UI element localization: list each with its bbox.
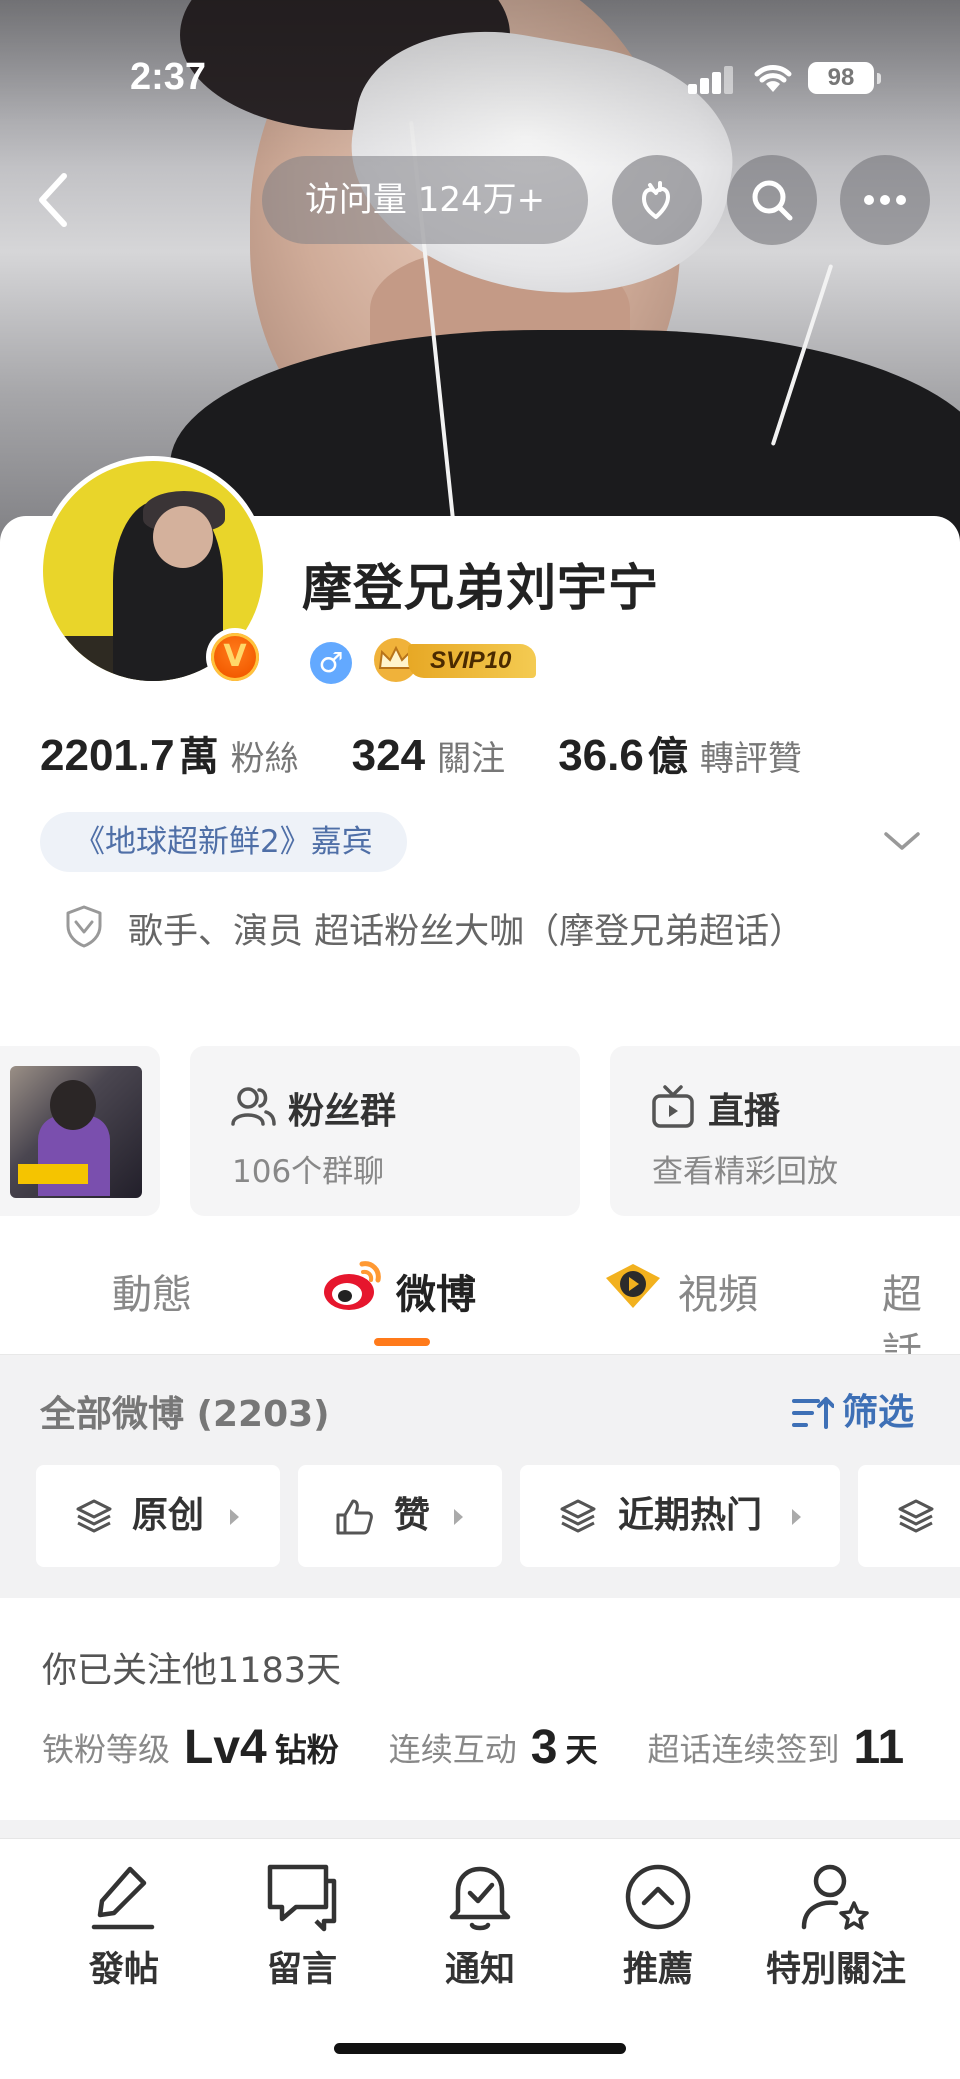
up-circle-icon bbox=[625, 1864, 691, 1930]
filter-icon bbox=[792, 1397, 834, 1429]
shield-icon bbox=[66, 905, 102, 948]
section-divider bbox=[0, 1820, 960, 1838]
tv-icon bbox=[652, 1085, 694, 1128]
more-dots-icon bbox=[864, 195, 906, 205]
hand-heart-icon bbox=[642, 181, 670, 219]
svip-badge[interactable]: SVIP10 bbox=[368, 636, 536, 684]
layers-icon bbox=[898, 1499, 934, 1533]
status-time: 2:37 bbox=[130, 56, 207, 98]
feed-filter-bar: 全部微博 (2203) 筛选 原创 赞 近期热门 bbox=[0, 1354, 960, 1598]
chip-like[interactable]: 赞 bbox=[298, 1465, 502, 1567]
fans-group-title: 粉丝群 bbox=[288, 1091, 397, 1132]
chip-recent-hot[interactable]: 近期热门 bbox=[520, 1465, 840, 1567]
chevron-right-icon bbox=[230, 1509, 239, 1525]
profile-tabs: 動態 微博 視頻 超話 bbox=[0, 1232, 960, 1376]
home-indicator bbox=[334, 2043, 626, 2054]
tab-dynamic[interactable]: 動態 bbox=[112, 1262, 192, 1320]
fans-group-subtitle: 106个群聊 bbox=[232, 1154, 385, 1190]
verified-badge-icon: V bbox=[206, 628, 264, 686]
weibo-logo-icon bbox=[324, 1261, 381, 1310]
guest-tag[interactable]: 《地球超新鲜2》嘉宾 bbox=[40, 812, 407, 872]
back-arrow-icon[interactable] bbox=[30, 170, 80, 230]
message-icon bbox=[267, 1864, 337, 1932]
chip-original[interactable]: 原创 bbox=[36, 1465, 280, 1567]
follow-days: 你已关注他1183天 bbox=[42, 1651, 342, 1691]
profile-description: 歌手、演员 超话粉丝大咖（摩登兄弟超话） bbox=[128, 912, 805, 952]
special-follow-button[interactable]: 特別關注 bbox=[746, 1859, 926, 1992]
status-bar: 2:37 98 bbox=[0, 0, 960, 150]
tab-video[interactable]: 視頻 bbox=[678, 1262, 758, 1320]
post-button[interactable]: 發帖 bbox=[34, 1859, 214, 1992]
notify-button[interactable]: 通知 bbox=[390, 1859, 570, 1992]
feed-title: 全部微博 (2203) bbox=[40, 1394, 330, 1435]
follow-info: 你已关注他1183天 铁粉等级 Lv4 钻粉 连续互动 3 天超话连续签到 11 bbox=[0, 1598, 960, 1820]
album-card[interactable] bbox=[0, 1046, 160, 1216]
more-button[interactable] bbox=[840, 155, 930, 245]
chip-more[interactable] bbox=[858, 1465, 960, 1567]
album-thumbnail bbox=[10, 1066, 142, 1198]
thumbs-up-icon bbox=[336, 1499, 373, 1535]
active-tab-indicator bbox=[374, 1338, 430, 1346]
live-subtitle: 查看精彩回放 bbox=[652, 1154, 838, 1190]
search-button[interactable] bbox=[727, 155, 817, 245]
chevron-right-icon bbox=[454, 1509, 463, 1525]
tab-weibo[interactable]: 微博 bbox=[396, 1262, 476, 1320]
user-star-icon bbox=[801, 1864, 869, 1930]
chevron-right-icon bbox=[792, 1509, 801, 1525]
visit-count-pill[interactable]: 访问量 124万+ bbox=[262, 156, 588, 244]
user-group-icon bbox=[231, 1087, 276, 1126]
message-button[interactable]: 留言 bbox=[212, 1859, 392, 1992]
male-gender-icon: ♂ bbox=[310, 642, 352, 684]
stat-following[interactable]: 324 關注 bbox=[352, 731, 505, 781]
gift-button[interactable] bbox=[612, 155, 702, 245]
live-title: 直播 bbox=[708, 1091, 781, 1132]
wifi-icon bbox=[754, 65, 792, 92]
search-icon bbox=[752, 180, 793, 221]
stat-reposts-likes[interactable]: 36.6 億轉評贊 bbox=[558, 724, 802, 782]
stat-followers[interactable]: 2201.7 萬粉絲 bbox=[40, 724, 299, 782]
profile-name: 摩登兄弟刘宇宁 bbox=[302, 559, 659, 617]
layers-icon bbox=[76, 1499, 112, 1533]
battery-icon: 98 bbox=[808, 62, 881, 94]
chevron-down-icon[interactable] bbox=[880, 826, 924, 856]
recommend-button[interactable]: 推薦 bbox=[568, 1859, 748, 1992]
pencil-icon bbox=[91, 1866, 155, 1930]
fans-group-card[interactable]: 粉丝群 106个群聊 bbox=[190, 1046, 580, 1216]
live-card[interactable]: 直播 查看精彩回放 bbox=[610, 1046, 960, 1216]
video-badge-icon bbox=[606, 1264, 660, 1308]
profile-stats: 2201.7 萬粉絲 324 關注 36.6 億轉評贊 bbox=[40, 724, 850, 784]
layers-icon bbox=[560, 1499, 596, 1533]
cellular-signal-icon bbox=[688, 64, 734, 94]
fan-level-row[interactable]: 铁粉等级 Lv4 钻粉 连续互动 3 天超话连续签到 11 bbox=[42, 1720, 912, 1775]
filter-button[interactable]: 筛选 bbox=[842, 1383, 914, 1435]
bell-icon bbox=[449, 1866, 511, 1931]
